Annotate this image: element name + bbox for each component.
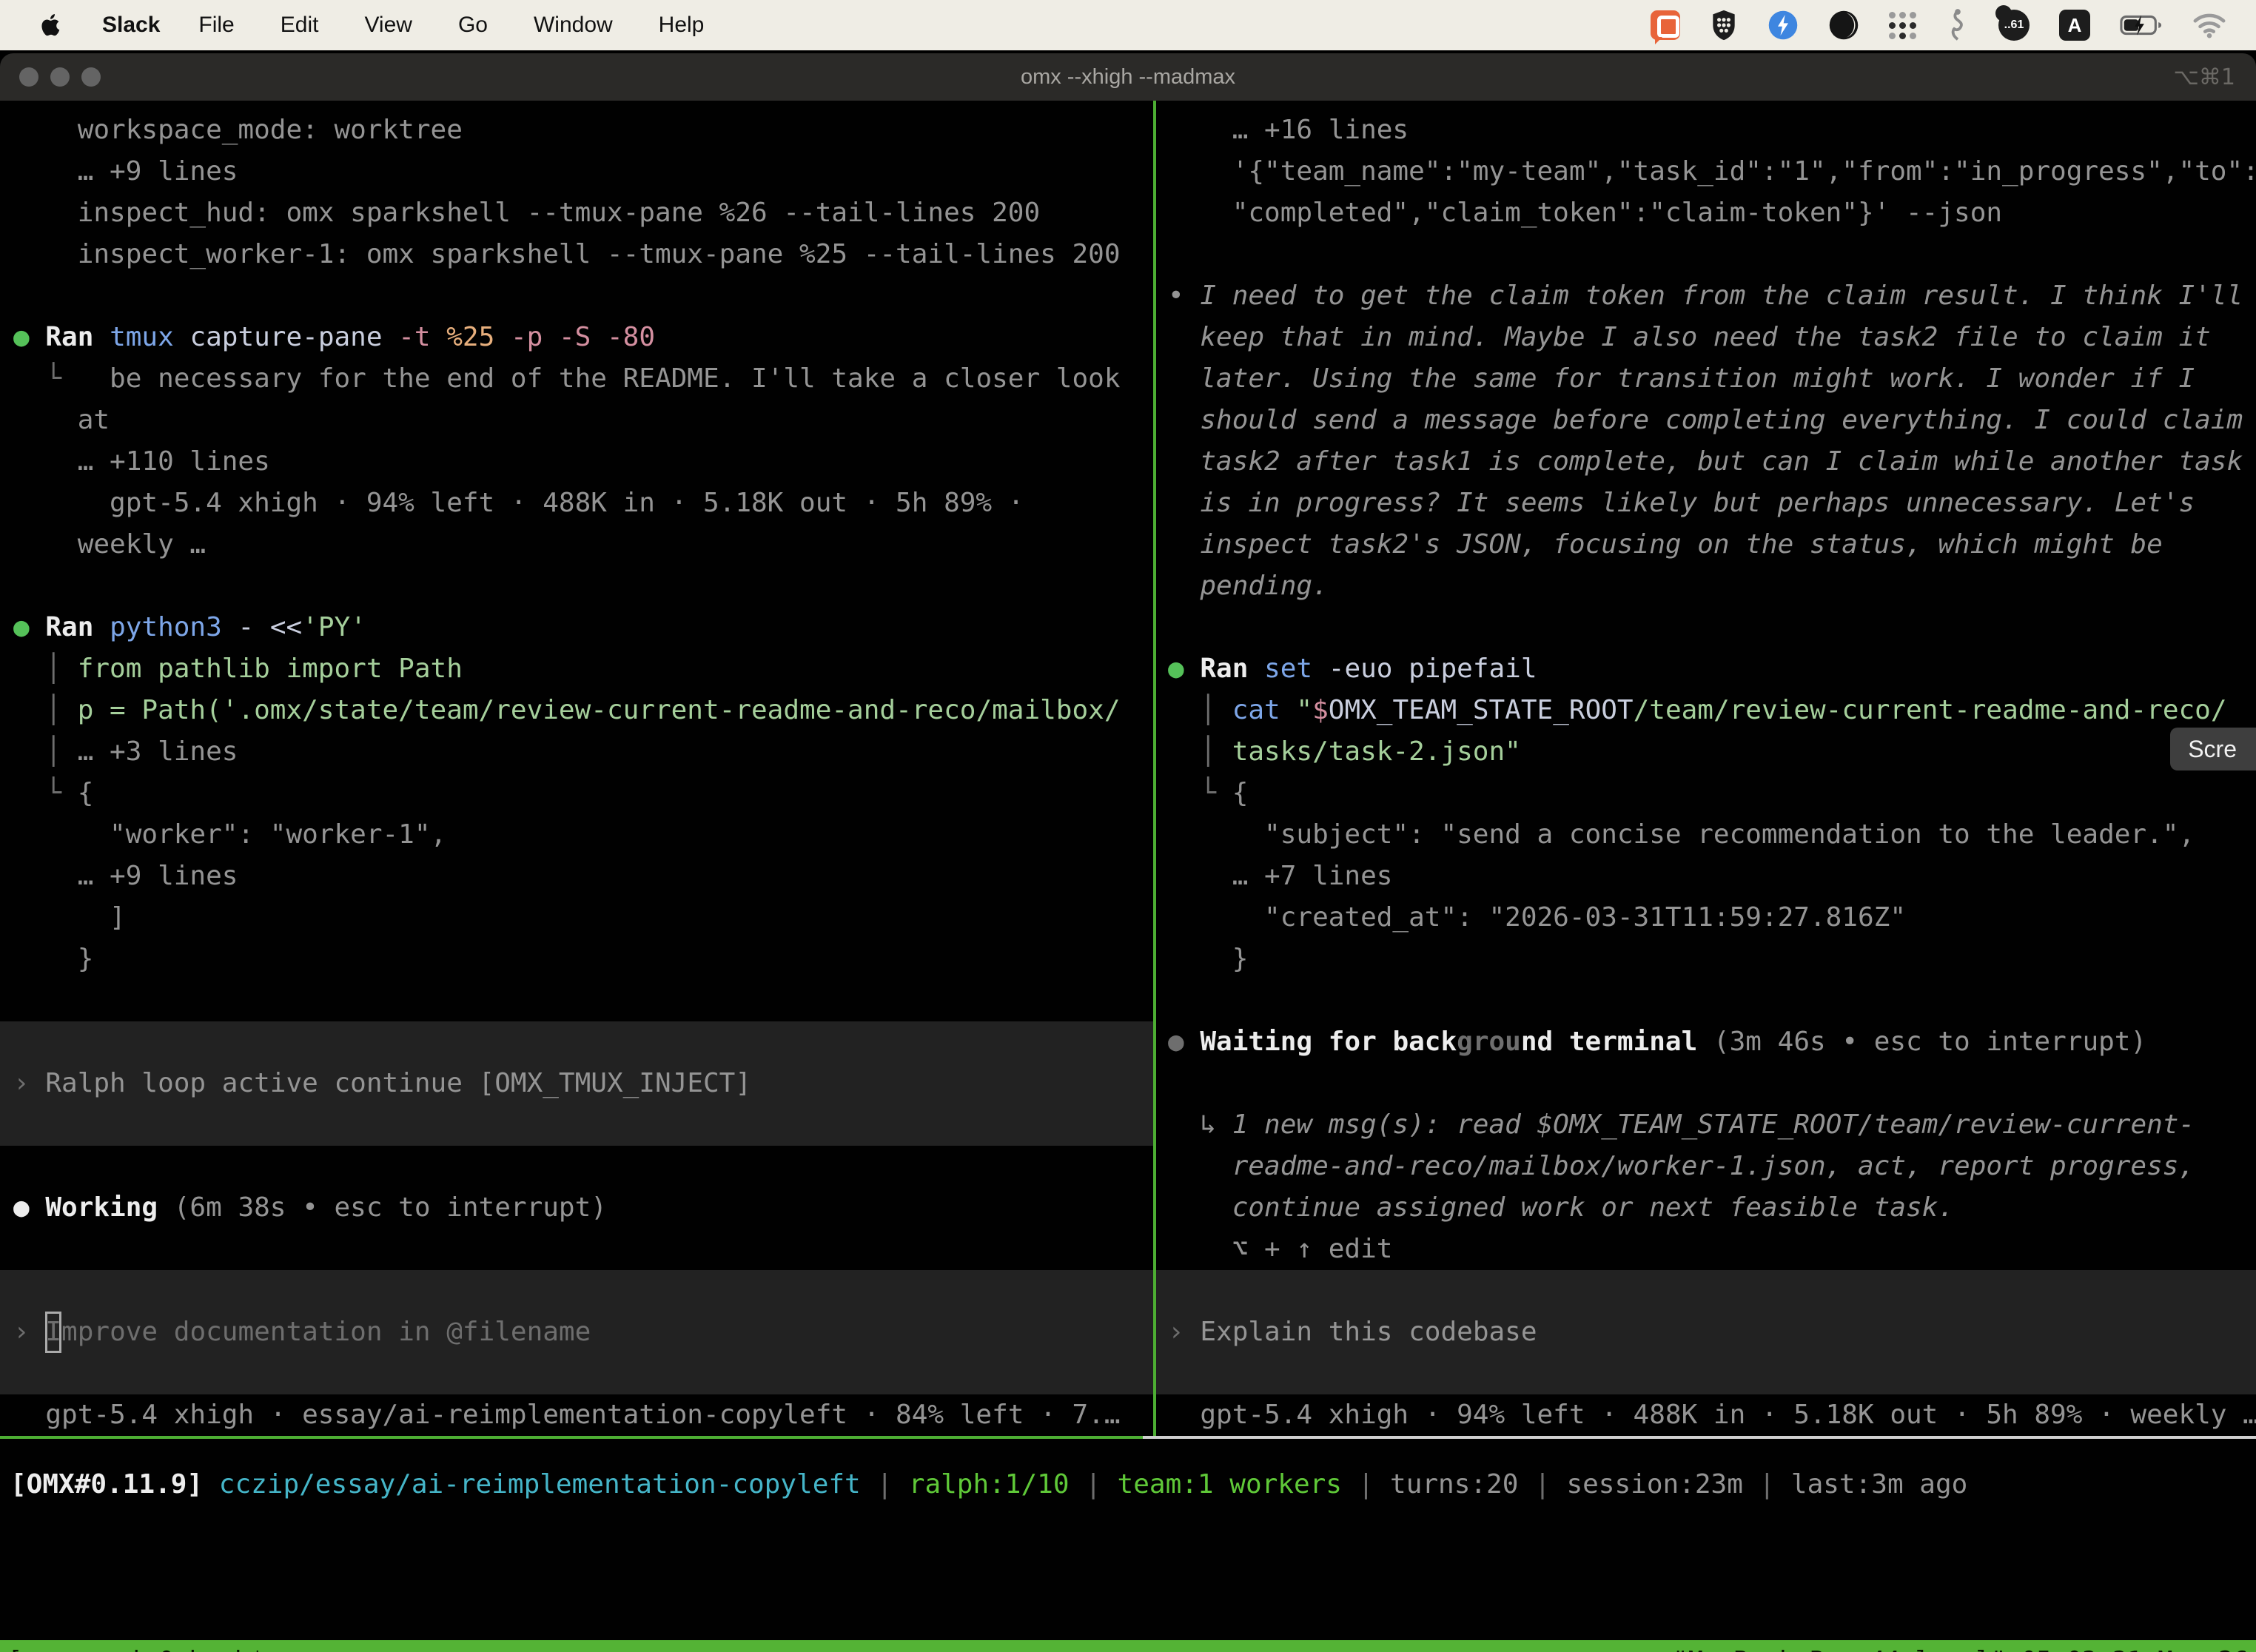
- menu-app-name[interactable]: Slack: [102, 13, 160, 38]
- terminal-row: └ {: [13, 773, 1153, 814]
- title-bar: omx --xhigh --madmax ⌥⌘1: [0, 53, 2256, 101]
- terminal-row: [1156, 1270, 2256, 1312]
- hook-icon[interactable]: [1947, 8, 1969, 42]
- terminal-row: ● Ran set -euo pipefail: [1168, 648, 2256, 690]
- terminal-row: is in progress? It seems likely but perh…: [1168, 483, 2256, 524]
- slack-notification-icon[interactable]: [1651, 10, 1680, 40]
- screen-tooltip-label: Scre: [2188, 736, 2237, 763]
- terminal-row: inspect_worker-1: omx sparkshell --tmux-…: [13, 234, 1153, 275]
- terminal-row: task2 after task1 is complete, but can I…: [1168, 441, 2256, 483]
- terminal-row: ↳ 1 new msg(s): read $OMX_TEAM_STATE_ROO…: [1168, 1104, 2256, 1146]
- menu-item-go[interactable]: Go: [458, 13, 488, 38]
- tmux-status-bar[interactable]: [omx-cczip0:bash* "MacBook-Pro-44.local"…: [0, 1640, 2256, 1652]
- ralph-loop-status-row[interactable]: › Ralph loop active continue [OMX_TMUX_I…: [0, 1063, 1153, 1104]
- tmux-window-label[interactable]: [omx-cczip0:bash*: [7, 1640, 265, 1652]
- terminal-row: [1168, 607, 2256, 648]
- terminal-row: [13, 1146, 1153, 1187]
- terminal-window: omx --xhigh --madmax ⌥⌘1 workspace_mode:…: [0, 53, 2256, 1652]
- terminal-row: • I need to get the claim token from the…: [1168, 275, 2256, 317]
- terminal-row: "created_at": "2026-03-31T11:59:27.816Z": [1168, 897, 2256, 939]
- omx-hud-line: [OMX#0.11.9] cczip/essay/ai-reimplementa…: [0, 1439, 2256, 1505]
- waiting-status-row: ● Waiting for background terminal (3m 46…: [1168, 1021, 2256, 1063]
- terminal-row: "completed","claim_token":"claim-token"}…: [1168, 192, 2256, 234]
- left-session-status: gpt-5.4 xhigh · essay/ai-reimplementatio…: [13, 1394, 1153, 1436]
- terminal-row: gpt-5.4 xhigh · 94% left · 488K in · 5.1…: [13, 483, 1153, 524]
- battery-charging-icon[interactable]: [2120, 10, 2163, 40]
- terminal-row: [1168, 980, 2256, 1021]
- terminal-row: [0, 1104, 1153, 1146]
- terminal-row: [0, 1353, 1153, 1394]
- terminal-row: [1156, 1353, 2256, 1394]
- terminal-row: pending.: [1168, 565, 2256, 607]
- menu-bar: Slack File Edit View Go Window Help ..61 A: [0, 0, 2256, 50]
- terminal-row: }: [13, 939, 1153, 980]
- terminal-row: └ be necessary for the end of the README…: [13, 358, 1153, 400]
- terminal-row: ]: [13, 897, 1153, 939]
- menu-item-help[interactable]: Help: [659, 13, 705, 38]
- keyboard-input-icon[interactable]: A: [2059, 10, 2090, 41]
- terminal-row: │ from pathlib import Path: [13, 648, 1153, 690]
- terminal-row: … +110 lines: [13, 441, 1153, 483]
- terminal-row: │ … +3 lines: [13, 731, 1153, 773]
- wifi-icon[interactable]: [2192, 12, 2226, 38]
- terminal-row: [0, 1021, 1153, 1063]
- terminal-row: '{"team_name":"my-team","task_id":"1","f…: [1168, 151, 2256, 192]
- menu-item-edit[interactable]: Edit: [281, 13, 319, 38]
- terminal-row: weekly …: [13, 524, 1153, 565]
- terminal-row: ● Ran python3 - <<'PY': [13, 607, 1153, 648]
- terminal-row: [13, 275, 1153, 317]
- terminal-row: … +9 lines: [13, 856, 1153, 897]
- right-session-status: gpt-5.4 xhigh · 94% left · 488K in · 5.1…: [1168, 1394, 2256, 1436]
- terminal-row: inspect_hud: omx sparkshell --tmux-pane …: [13, 192, 1153, 234]
- terminal-row: [13, 565, 1153, 607]
- terminal-row: ● Ran tmux capture-pane -t %25 -p -S -80: [13, 317, 1153, 358]
- security-shield-icon[interactable]: [1710, 9, 1738, 41]
- terminal-row: │ tasks/task-2.json": [1168, 731, 2256, 773]
- menu-item-window[interactable]: Window: [534, 13, 613, 38]
- prompt-input-left[interactable]: › Improve documentation in @filename: [0, 1312, 1153, 1353]
- edit-hint-row: ⌥ + ↑ edit: [1168, 1229, 2256, 1270]
- terminal-row: readme-and-reco/mailbox/worker-1.json, a…: [1168, 1146, 2256, 1187]
- terminal-row: "worker": "worker-1",: [13, 814, 1153, 856]
- terminal-row: workspace_mode: worktree: [13, 110, 1153, 151]
- badge-61-icon[interactable]: ..61: [1998, 10, 2030, 41]
- window-shortcut-badge: ⌥⌘1: [2173, 64, 2235, 90]
- omx-hud-status: [OMX#0.11.9] cczip/essay/ai-reimplementa…: [10, 1464, 2256, 1505]
- dots-grid-icon[interactable]: [1889, 11, 1917, 39]
- terminal-row: continue assigned work or next feasible …: [1168, 1187, 2256, 1229]
- terminal-row: [1168, 234, 2256, 275]
- tmux-host-clock: "MacBook-Pro-44.local" 05:03 31-Mar-26: [1673, 1640, 2249, 1652]
- terminal-row: └ {: [1168, 773, 2256, 814]
- window-title: omx --xhigh --madmax: [0, 65, 2256, 90]
- prompt-input-right[interactable]: › Explain this codebase: [1156, 1312, 2256, 1353]
- terminal-row: "subject": "send a concise recommendatio…: [1168, 814, 2256, 856]
- terminal-row: … +16 lines: [1168, 110, 2256, 151]
- menu-item-file[interactable]: File: [198, 13, 234, 38]
- pane-bottom-border: [0, 1436, 2256, 1439]
- right-pane[interactable]: … +16 lines '{"team_name":"my-team","tas…: [1156, 101, 2256, 1436]
- terminal-row: │ p = Path('.omx/state/team/review-curre…: [13, 690, 1153, 731]
- terminal-row: later. Using the same for transition mig…: [1168, 358, 2256, 400]
- terminal-row: inspect task2's JSON, focusing on the st…: [1168, 524, 2256, 565]
- menu-item-view[interactable]: View: [364, 13, 412, 38]
- working-status-row: ● Working (6m 38s • esc to interrupt): [13, 1187, 1153, 1229]
- terminal-content: workspace_mode: worktree … +9 lines insp…: [0, 101, 2256, 1652]
- terminal-row: [13, 1229, 1153, 1270]
- terminal-row: }: [1168, 939, 2256, 980]
- terminal-row: [0, 1270, 1153, 1312]
- screen-tooltip[interactable]: Scre: [2170, 728, 2256, 770]
- terminal-row: … +9 lines: [13, 151, 1153, 192]
- speedtest-icon[interactable]: [1767, 10, 1799, 41]
- left-pane[interactable]: workspace_mode: worktree … +9 lines insp…: [0, 101, 1153, 1436]
- terminal-row: keep that in mind. Maybe I also need the…: [1168, 317, 2256, 358]
- terminal-row: [1168, 1063, 2256, 1104]
- terminal-row: │ cat "$OMX_TEAM_STATE_ROOT/team/review-…: [1168, 690, 2256, 731]
- terminal-row: at: [13, 400, 1153, 441]
- terminal-row: should send a message before completing …: [1168, 400, 2256, 441]
- terminal-row: [13, 980, 1153, 1021]
- terminal-row: … +7 lines: [1168, 856, 2256, 897]
- moon-crescent-icon[interactable]: [1828, 10, 1859, 41]
- apple-menu-icon[interactable]: [38, 10, 64, 40]
